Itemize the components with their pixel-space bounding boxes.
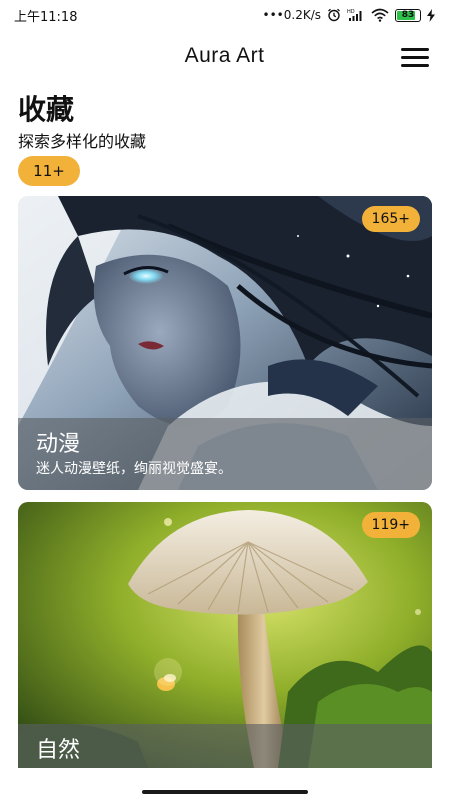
- card-description: 迷人动漫壁纸，绚丽视觉盛宴。: [36, 461, 232, 477]
- app-screen: 上午11:18 •••0.2K/s HD 83 Aura Art 收藏 探索多样…: [0, 0, 449, 800]
- card-title: 动漫: [36, 432, 81, 457]
- card-caption: 动漫 迷人动漫壁纸，绚丽视觉盛宴。: [18, 418, 432, 490]
- collection-card-anime[interactable]: 165+ 动漫 迷人动漫壁纸，绚丽视觉盛宴。: [18, 196, 432, 490]
- network-speed: •••0.2K/s: [262, 8, 321, 22]
- page-title: 收藏: [18, 93, 75, 126]
- signal-icon: HD: [347, 8, 365, 22]
- collection-count-badge[interactable]: 11+: [18, 156, 80, 186]
- wifi-icon: [371, 8, 389, 22]
- status-bar: 上午11:18 •••0.2K/s HD 83: [0, 0, 449, 30]
- app-header: Aura Art: [0, 40, 449, 76]
- status-time: 上午11:18: [14, 9, 78, 25]
- battery-level: 83: [401, 10, 415, 20]
- home-indicator[interactable]: [142, 790, 308, 794]
- hamburger-menu-icon[interactable]: [401, 46, 429, 68]
- card-count-badge: 165+: [361, 206, 420, 232]
- collection-card-nature[interactable]: 119+ 自然: [18, 502, 432, 768]
- alarm-icon: [327, 8, 341, 22]
- bottom-safe-area: [0, 768, 449, 800]
- battery-icon: 83: [395, 8, 421, 22]
- card-title: 自然: [36, 738, 81, 763]
- page-subtitle: 探索多样化的收藏: [18, 132, 147, 151]
- card-caption: 自然: [18, 724, 432, 768]
- status-indicators: •••0.2K/s HD 83: [263, 8, 435, 22]
- hd-label: HD: [347, 9, 355, 15]
- app-title: Aura Art: [184, 44, 265, 67]
- card-count-badge: 119+: [361, 512, 420, 538]
- charging-icon: [427, 8, 435, 22]
